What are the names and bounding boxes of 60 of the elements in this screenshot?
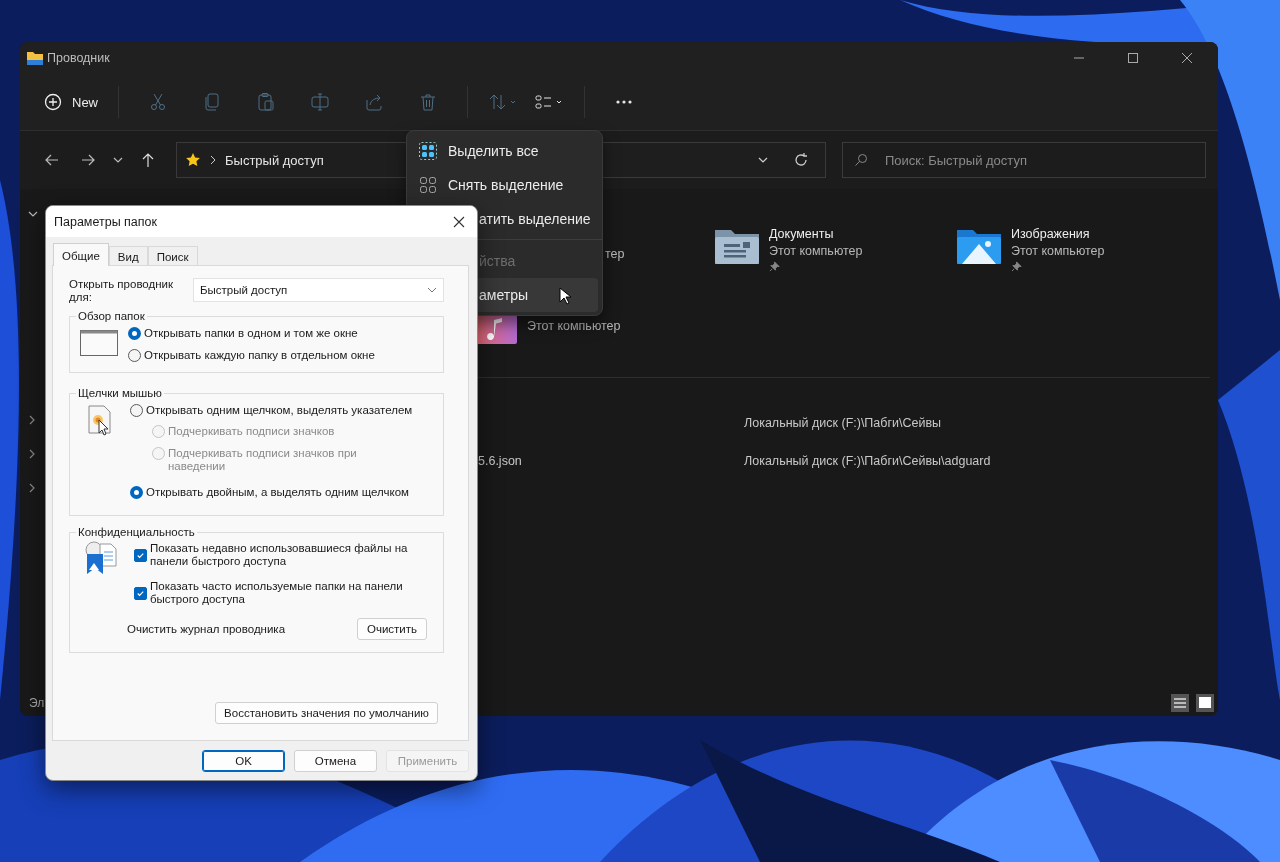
file-pointer-icon: [88, 405, 112, 437]
folder-name: Документы: [769, 227, 835, 241]
dialog-button[interactable]: OK: [202, 750, 285, 772]
folder-name: Изображения: [1011, 227, 1091, 241]
checkbox-option[interactable]: Показать недавно использовавшиеся файлы на панели быстрого доступа: [134, 542, 432, 568]
forward-icon[interactable]: [80, 152, 96, 168]
close-icon[interactable]: [453, 215, 465, 228]
file-location: Локальный диск (F:)\Пабги\Сейвы: [744, 416, 942, 430]
maximize-icon[interactable]: [1127, 52, 1139, 64]
up-icon[interactable]: [140, 152, 156, 168]
window-icon: [80, 330, 118, 356]
chevron-down-icon: [427, 285, 437, 295]
pictures-folder-icon[interactable]: [956, 227, 1002, 265]
documents-folder-icon[interactable]: [714, 227, 760, 265]
grid-icon: [419, 176, 437, 194]
group-title: Конфиденциальность: [77, 526, 196, 538]
details-view-icon[interactable]: [1171, 694, 1189, 712]
privacy-icon: [84, 540, 118, 574]
group-title: Щелчки мышью: [77, 387, 163, 399]
address-text: Быстрый доступ: [225, 152, 324, 168]
status-text: Эл: [29, 696, 45, 710]
checkbox-option[interactable]: Показать часто используемые папки на панели быстрого доступа: [134, 580, 432, 606]
folder-location: Этот компьютер: [527, 319, 621, 333]
refresh-icon[interactable]: [793, 152, 809, 168]
chevron-right-icon: [209, 155, 217, 165]
star-icon: [185, 152, 201, 168]
clear-history-label: Очистить журнал проводника: [127, 623, 286, 635]
tab[interactable]: Вид: [108, 246, 148, 265]
folder-location: тер: [605, 247, 625, 261]
field-label: Открыть проводник для:: [69, 278, 175, 304]
cursor-icon: [559, 287, 571, 305]
open-for-dropdown[interactable]: Быстрый доступ: [193, 278, 444, 302]
search-field[interactable]: Поиск: Быстрый доступ: [842, 142, 1206, 178]
restore-defaults-button[interactable]: Восстановить значения по умолчанию: [215, 702, 438, 724]
tab[interactable]: Поиск: [147, 246, 198, 265]
search-icon: [854, 153, 868, 167]
folder-icon: [27, 50, 43, 66]
window-title: Проводник: [47, 51, 110, 65]
folder-location: Этот компьютер: [1011, 244, 1105, 258]
dialog-button[interactable]: Отмена: [294, 750, 377, 772]
plus-icon: [44, 93, 62, 111]
back-icon[interactable]: [44, 152, 60, 168]
menu-item[interactable]: Выделить все: [411, 134, 598, 168]
radio-option[interactable]: Открывать одним щелчком, выделять указателем: [130, 399, 413, 421]
group-title: Обзор папок: [77, 310, 146, 322]
tiles-view-icon[interactable]: [1196, 694, 1214, 712]
radio-option[interactable]: Открывать двойным, а выделять одним щелчком: [130, 481, 413, 503]
tab[interactable]: Общие: [53, 243, 109, 266]
radio-option[interactable]: Открывать папки в одном и том же окне: [128, 322, 375, 344]
new-button[interactable]: New: [36, 87, 106, 117]
select-all-icon: [419, 142, 437, 160]
menu-item[interactable]: Снять выделение: [411, 168, 598, 202]
folder-location: Этот компьютер: [769, 244, 863, 258]
close-icon[interactable]: [1181, 52, 1193, 64]
radio-option[interactable]: Открывать каждую папку в отдельном окне: [128, 344, 375, 366]
file-location: Локальный диск (F:)\Пабги\Сейвы\adguard: [744, 454, 991, 468]
clear-button[interactable]: Очистить: [357, 618, 427, 640]
dialog-title: Параметры папок: [54, 214, 157, 229]
file-name: 5.6.json: [478, 454, 522, 468]
view-icon[interactable]: [534, 92, 564, 112]
